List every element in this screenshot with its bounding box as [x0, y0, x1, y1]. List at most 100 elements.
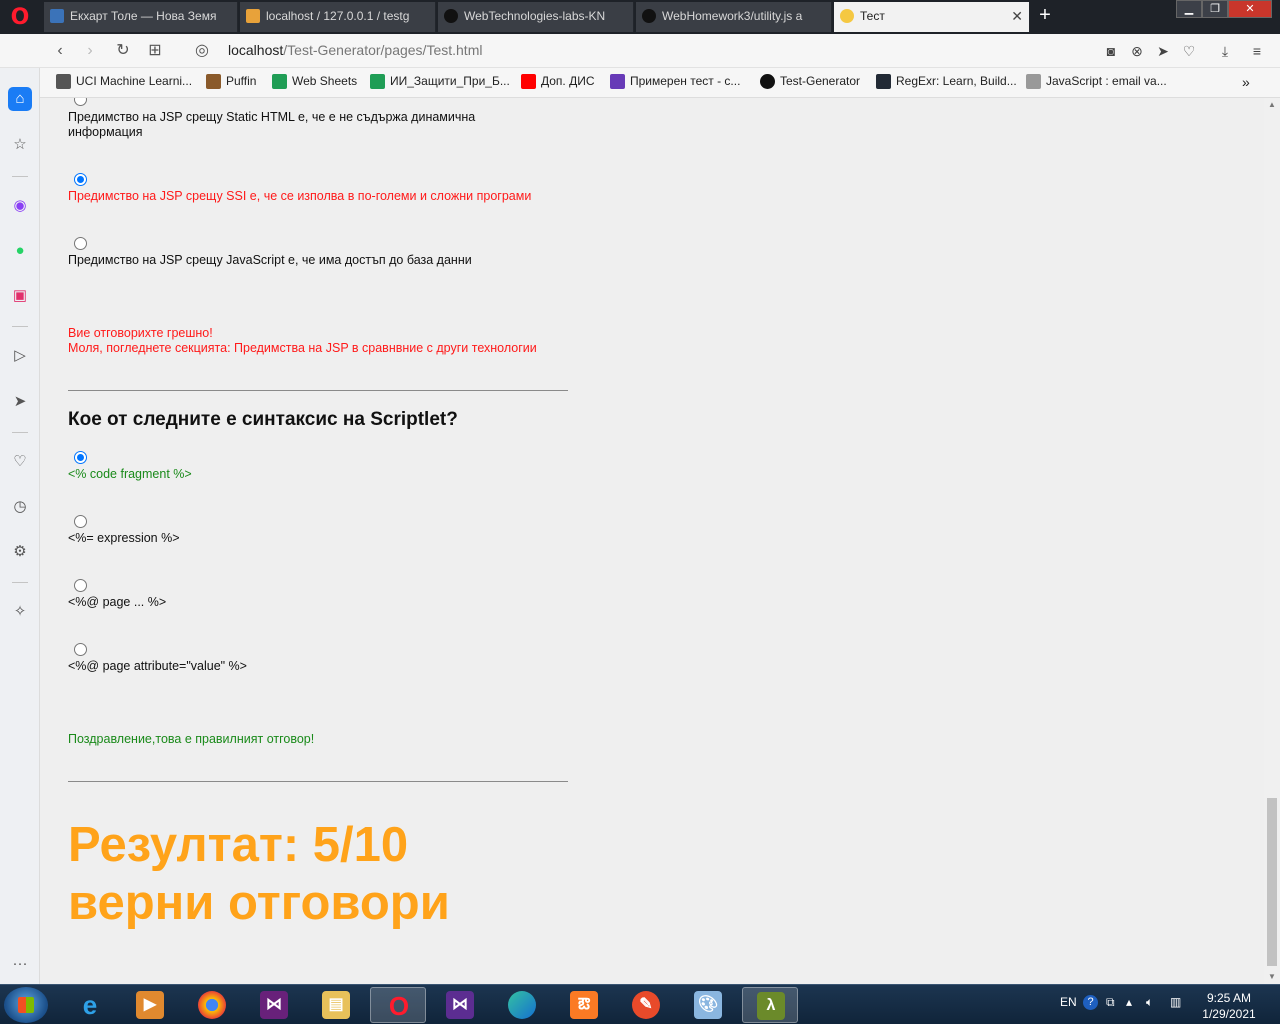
- bookmarks-bar: UCI Machine Learni... Puffin Web Sheets …: [0, 68, 1280, 98]
- show-hidden-icons[interactable]: ▴: [1126, 995, 1132, 1009]
- taskbar-vscode[interactable]: ⋈: [432, 987, 488, 1023]
- bookmark-regexr[interactable]: RegExr: Learn, Build...: [876, 74, 1017, 89]
- url-field[interactable]: localhost/Test-Generator/pages/Test.html: [228, 42, 482, 58]
- bookmark-puffin[interactable]: Puffin: [206, 74, 256, 89]
- heart-icon[interactable]: ♡: [8, 450, 32, 474]
- bookmark-testgen[interactable]: Test-Generator: [760, 74, 860, 89]
- player-icon[interactable]: ▷: [8, 344, 32, 368]
- language-indicator[interactable]: EN: [1060, 995, 1077, 1009]
- new-tab-button[interactable]: +: [1034, 4, 1056, 26]
- taskbar-chrome[interactable]: [184, 987, 240, 1023]
- internet-explorer-icon: e: [82, 990, 98, 1020]
- more-bookmarks-icon[interactable]: »: [1242, 74, 1250, 90]
- regexr-icon: [876, 74, 891, 89]
- taskbar-paint[interactable]: 🎨︎: [680, 987, 736, 1023]
- help-icon[interactable]: ?: [1083, 995, 1098, 1010]
- close-tab-icon[interactable]: ✕: [1011, 2, 1023, 30]
- taskbar-ie[interactable]: e: [62, 987, 118, 1023]
- taskbar-xampp[interactable]: ఔ: [556, 987, 612, 1023]
- network-icon[interactable]: ▥: [1170, 995, 1181, 1009]
- tab-label: Тест: [860, 9, 885, 23]
- send-icon[interactable]: ➤: [8, 390, 32, 414]
- result-caption: верни отговори: [68, 876, 450, 930]
- taskbar-edge[interactable]: [494, 987, 550, 1023]
- heart-icon[interactable]: ♡: [1180, 42, 1198, 60]
- q2-option-1-label: <% code fragment %>: [68, 467, 192, 481]
- q2-option-2-radio[interactable]: [74, 515, 87, 528]
- menu-icon[interactable]: ≡: [1248, 42, 1266, 60]
- sidebar: ⌂ ☆ ◉ ● ▣ ▷ ➤ ♡ ◷ ⚙ ✧ ···: [0, 68, 40, 984]
- taskbar-lambda[interactable]: λ: [742, 987, 798, 1023]
- xampp-icon: ఔ: [570, 991, 598, 1019]
- clock[interactable]: 9:25 AM 1/29/2021: [1196, 990, 1262, 1022]
- bookmark-uci[interactable]: UCI Machine Learni...: [56, 74, 192, 89]
- maximize-button[interactable]: ❐: [1202, 0, 1228, 18]
- bookmark-dis[interactable]: Доп. ДИС: [521, 74, 595, 89]
- opera-icon: O: [388, 991, 410, 1021]
- q1-option-3-radio[interactable]: [74, 237, 87, 250]
- tabs-grid-icon[interactable]: ⊞: [145, 41, 165, 61]
- bookmark-websheets[interactable]: Web Sheets: [272, 74, 357, 89]
- opera-logo-icon[interactable]: O: [8, 6, 32, 30]
- page-scrollbar[interactable]: ▲ ▼: [1264, 98, 1280, 984]
- scroll-thumb[interactable]: [1267, 798, 1277, 966]
- volume-icon[interactable]: 🔈︎: [1146, 995, 1153, 1010]
- start-button[interactable]: [4, 987, 48, 1023]
- messenger-icon[interactable]: ◉: [8, 194, 32, 218]
- send-icon[interactable]: ➤: [1154, 42, 1172, 60]
- reload-button[interactable]: ↻: [113, 41, 133, 61]
- q2-question: Кое от следните е синтаксис на Scriptlet…: [68, 409, 458, 430]
- q2-option-1-radio[interactable]: [74, 451, 87, 464]
- settings-gear-icon[interactable]: ⚙: [8, 540, 32, 564]
- taskbar-vs[interactable]: ⋈: [246, 987, 302, 1023]
- bookmark-ii[interactable]: ИИ_Защити_При_Б...: [370, 74, 510, 89]
- sheets-icon: [370, 74, 385, 89]
- instagram-icon[interactable]: ▣: [8, 284, 32, 308]
- result-score: Резултат: 5/10: [68, 818, 409, 872]
- address-bar: ‹ › ↻ ⊞ ◎ localhost/Test-Generator/pages…: [0, 34, 1280, 68]
- q2-option-3-radio[interactable]: [74, 579, 87, 592]
- tab-4[interactable]: WebHomework3/utility.js a: [636, 2, 832, 32]
- taskbar-media[interactable]: ▶: [122, 987, 178, 1023]
- forms-icon: [610, 74, 625, 89]
- page-icon: [56, 74, 71, 89]
- camera-icon[interactable]: ◙: [1102, 42, 1120, 60]
- q1-option-1-radio[interactable]: [74, 98, 87, 106]
- taskbar-explorer[interactable]: ▤: [308, 987, 364, 1023]
- scroll-up-arrow[interactable]: ▲: [1264, 98, 1280, 112]
- paint-icon: 🎨︎: [694, 991, 722, 1019]
- lightbulb-icon[interactable]: ✧: [8, 600, 32, 624]
- forward-button[interactable]: ›: [80, 41, 100, 61]
- more-icon[interactable]: ···: [8, 952, 32, 976]
- star-icon[interactable]: ☆: [8, 133, 32, 157]
- youtube-icon: [521, 74, 536, 89]
- sidebar-divider: [12, 432, 28, 433]
- q1-option-2-radio[interactable]: [74, 173, 87, 186]
- tab-active-test[interactable]: Тест ✕: [834, 2, 1030, 32]
- tab-3[interactable]: WebTechnologies-labs-KN: [438, 2, 634, 32]
- download-icon[interactable]: ⤓: [1216, 42, 1234, 60]
- edge-icon: [508, 991, 536, 1019]
- history-icon[interactable]: ◷: [8, 495, 32, 519]
- question-divider: [68, 390, 568, 391]
- github-icon: [642, 9, 656, 23]
- home-icon[interactable]: ⌂: [8, 87, 32, 111]
- q2-option-4-radio[interactable]: [74, 643, 87, 656]
- bookmark-js-email[interactable]: JavaScript : email va...: [1026, 74, 1167, 89]
- display-icon[interactable]: ⧉: [1106, 995, 1115, 1010]
- close-window-button[interactable]: ✕: [1228, 0, 1272, 18]
- block-icon[interactable]: ⊗: [1128, 42, 1146, 60]
- back-button[interactable]: ‹: [50, 41, 70, 61]
- tab-1[interactable]: Екхарт Толе — Нова Земя: [44, 2, 238, 32]
- phpmyadmin-icon: [246, 9, 260, 23]
- minimize-button[interactable]: ▁: [1176, 0, 1202, 18]
- emoji-icon: [840, 9, 854, 23]
- taskbar-opera[interactable]: O: [370, 987, 426, 1023]
- sidebar-divider: [12, 176, 28, 177]
- taskbar-app-red[interactable]: ✎: [618, 987, 674, 1023]
- tab-2[interactable]: localhost / 127.0.0.1 / testg: [240, 2, 436, 32]
- bookmark-test[interactable]: Примерен тест - с...: [610, 74, 740, 89]
- q1-feedback: Вие отговорихте грешно! Моля, погледнете…: [68, 326, 537, 355]
- scroll-down-arrow[interactable]: ▼: [1264, 970, 1280, 984]
- whatsapp-icon[interactable]: ●: [8, 239, 32, 263]
